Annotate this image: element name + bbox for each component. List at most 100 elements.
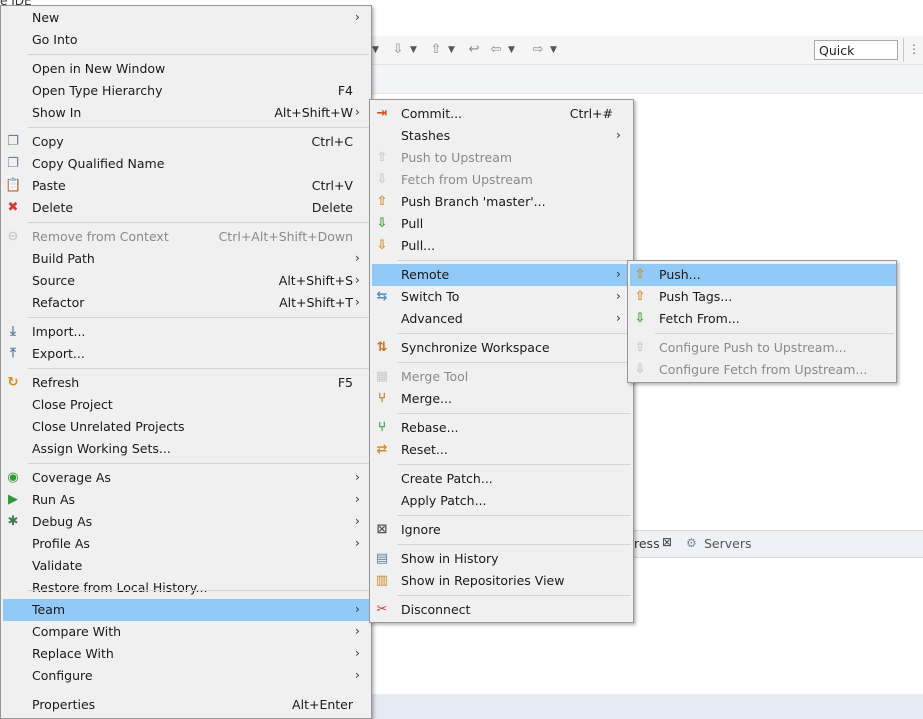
merge-icon: ⑂ [378, 391, 386, 406]
dropdown-arrow-icon[interactable]: ▼ [508, 42, 515, 58]
debug-icon: ✱ [7, 514, 19, 529]
menu-item-label: Configure Fetch from Upstream... [659, 362, 868, 377]
menu-item-shortcut: Alt+Shift+T [279, 295, 353, 310]
dropdown-arrow-icon[interactable]: ▼ [550, 42, 557, 58]
menu-item-fetch-from[interactable]: ⇩ Fetch From... [630, 308, 896, 330]
push-branch-icon: ⇧ [376, 194, 388, 209]
menu-item-label: Push Tags... [659, 289, 733, 304]
menu-item-label: Import... [32, 324, 86, 339]
menu-item-pull[interactable]: ⇩ Pull [372, 213, 633, 235]
menu-item-advanced[interactable]: Advanced › [372, 308, 633, 330]
menu-item-refactor[interactable]: Refactor Alt+Shift+T › [3, 292, 371, 314]
menu-separator [397, 362, 631, 363]
menu-item-replace-with[interactable]: Replace With › [3, 643, 371, 665]
menu-item-show-in-repositories-view[interactable]: ▥ Show in Repositories View [372, 570, 633, 592]
dropdown-arrow-icon[interactable]: ▼ [372, 42, 379, 58]
back-icon[interactable]: ⇦ [488, 42, 504, 58]
menu-item-team[interactable]: Team › [3, 599, 371, 621]
perspective-grip-icon[interactable]: ⋮ [908, 42, 923, 60]
menu-item-profile-as[interactable]: Profile As › [3, 533, 371, 555]
menu-item-import[interactable]: ⤓ Import... [3, 321, 371, 343]
menu-item-push-tags[interactable]: ⇧ Push Tags... [630, 286, 896, 308]
menu-item-pull[interactable]: ⇩ Pull... [372, 235, 633, 257]
menu-item-assign-working-sets[interactable]: Assign Working Sets... [3, 438, 371, 460]
close-icon[interactable]: ⊠ [662, 535, 672, 549]
annotation-up-icon[interactable]: ⇧ [428, 42, 444, 58]
menu-item-properties[interactable]: Properties Alt+Enter [3, 694, 371, 716]
menu-item-go-into[interactable]: Go Into [3, 29, 371, 51]
menu-item-label: Close Project [32, 397, 113, 412]
menu-item-delete[interactable]: ✖ Delete Delete [3, 197, 371, 219]
menu-item-reset[interactable]: ⇄ Reset... [372, 439, 633, 461]
toolbar-separator [903, 38, 904, 62]
menu-item-label: Reset... [401, 442, 448, 457]
menu-item-label: Refresh [32, 375, 80, 390]
menu-item-new[interactable]: New › [3, 7, 371, 29]
menu-item-label: Disconnect [401, 602, 471, 617]
menu-item-label: Show in Repositories View [401, 573, 565, 588]
annotation-down-icon[interactable]: ⇩ [390, 42, 406, 58]
menu-item-build-path[interactable]: Build Path › [3, 248, 371, 270]
editor-area-header [370, 65, 923, 94]
tab-servers[interactable]: Servers [704, 536, 752, 551]
menu-item-configure[interactable]: Configure › [3, 665, 371, 687]
menu-item-restore-from-local-history[interactable]: Restore from Local History... [3, 577, 371, 599]
menu-separator [28, 222, 369, 223]
menu-item-label: Pull... [401, 238, 436, 253]
menu-item-coverage-as[interactable]: ◉ Coverage As › [3, 467, 371, 489]
menu-item-refresh[interactable]: ↻ Refresh F5 [3, 372, 371, 394]
menu-item-label: Debug As [32, 514, 93, 529]
menu-item-source[interactable]: Source Alt+Shift+S › [3, 270, 371, 292]
menu-item-close-unrelated-projects[interactable]: Close Unrelated Projects [3, 416, 371, 438]
menu-item-push-branch-master[interactable]: ⇧ Push Branch 'master'... [372, 191, 633, 213]
last-edit-icon[interactable]: ↩ [466, 42, 482, 58]
menu-item-run-as[interactable]: ▶ Run As › [3, 489, 371, 511]
fetch-upstream-icon: ⇩ [376, 172, 388, 187]
menu-item-label: Merge Tool [401, 369, 469, 384]
menu-item-label: Show in History [401, 551, 499, 566]
menu-item-open-type-hierarchy[interactable]: Open Type Hierarchy F4 [3, 80, 371, 102]
menu-item-debug-as[interactable]: ✱ Debug As › [3, 511, 371, 533]
menu-item-rebase[interactable]: ⑂ Rebase... [372, 417, 633, 439]
menu-item-switch-to[interactable]: ⇆ Switch To › [372, 286, 633, 308]
menu-item-close-project[interactable]: Close Project [3, 394, 371, 416]
chevron-right-icon: › [616, 289, 621, 303]
menu-item-stashes[interactable]: Stashes › [372, 125, 633, 147]
menu-item-apply-patch[interactable]: Apply Patch... [372, 490, 633, 512]
delete-icon: ✖ [7, 200, 19, 215]
menu-item-label: Rebase... [401, 420, 459, 435]
menu-item-label: Copy Qualified Name [32, 156, 165, 171]
menu-item-shortcut: Alt+Shift+S [278, 273, 353, 288]
menu-item-copy-qualified-name[interactable]: ❐ Copy Qualified Name [3, 153, 371, 175]
menu-separator [397, 595, 631, 596]
run-icon: ▶ [8, 492, 18, 507]
menu-item-synchronize-workspace[interactable]: ⇅ Synchronize Workspace [372, 337, 633, 359]
menu-item-label: Export... [32, 346, 85, 361]
menu-item-disconnect[interactable]: ✂ Disconnect [372, 599, 633, 621]
menu-item-label: Copy [32, 134, 64, 149]
menu-item-paste[interactable]: 📋 Paste Ctrl+V [3, 175, 371, 197]
menu-item-open-in-new-window[interactable]: Open in New Window [3, 58, 371, 80]
menu-item-copy[interactable]: ❐ Copy Ctrl+C [3, 131, 371, 153]
menu-item-push[interactable]: ⇧ Push... [630, 264, 896, 286]
tab-progress[interactable]: ress [634, 536, 660, 551]
forward-icon[interactable]: ⇨ [530, 42, 546, 58]
menu-item-remote[interactable]: Remote › [372, 264, 633, 286]
menu-item-create-patch[interactable]: Create Patch... [372, 468, 633, 490]
menu-item-show-in-history[interactable]: ▤ Show in History [372, 548, 633, 570]
reset-icon: ⇄ [376, 442, 388, 457]
remote-submenu: ⇧ Push... ⇧ Push Tags... ⇩ Fetch From... ⇧ Conf… [627, 260, 897, 383]
configure-fetch-icon: ⇩ [634, 362, 646, 377]
menu-item-ignore[interactable]: ⊠ Ignore [372, 519, 633, 541]
menu-item-compare-with[interactable]: Compare With › [3, 621, 371, 643]
menu-item-merge[interactable]: ⑂ Merge... [372, 388, 633, 410]
menu-item-commit[interactable]: ⇥ Commit... Ctrl+# [372, 103, 633, 125]
quick-access-field[interactable]: Quick Access [814, 40, 898, 78]
menu-item-show-in[interactable]: Show In Alt+Shift+W › [3, 102, 371, 124]
dropdown-arrow-icon[interactable]: ▼ [410, 42, 417, 58]
menu-item-shortcut: F4 [337, 83, 353, 98]
menu-item-export[interactable]: ⤒ Export... [3, 343, 371, 365]
menu-item-validate[interactable]: Validate [3, 555, 371, 577]
dropdown-arrow-icon[interactable]: ▼ [448, 42, 455, 58]
menu-item-label: Configure [32, 668, 93, 683]
